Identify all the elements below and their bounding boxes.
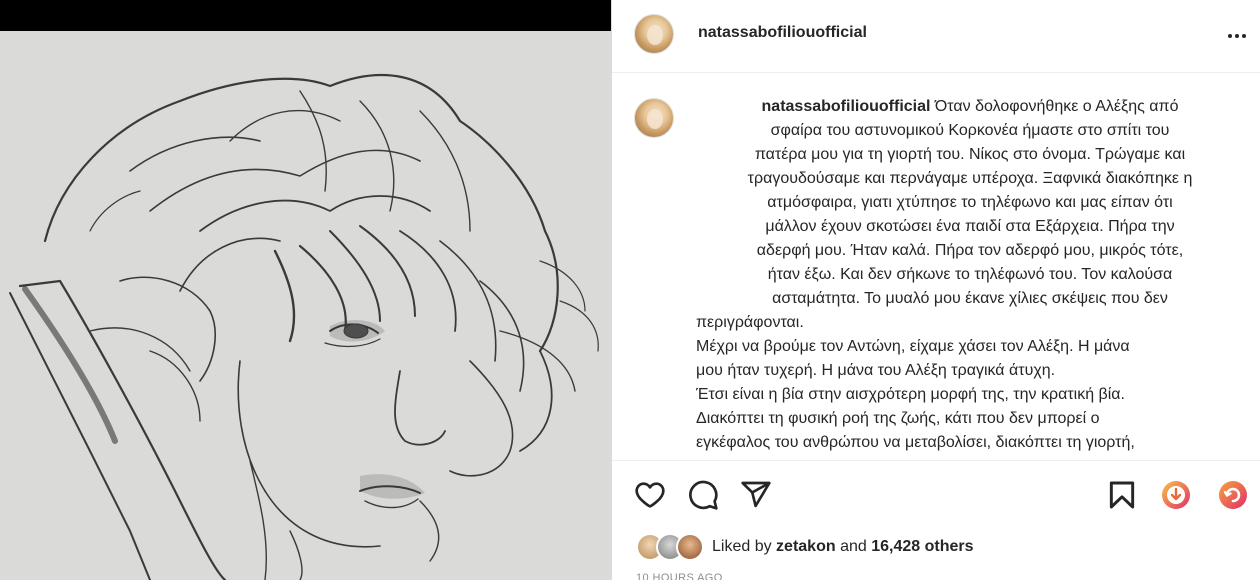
caption-line: περιγράφονται. — [696, 314, 804, 331]
post-header: natassabofiliouofficial — [612, 0, 1260, 73]
caption-line: Έτσι είναι η βία στην αισχρότερη μορφή τ… — [696, 386, 1125, 403]
post-image[interactable] — [0, 0, 611, 580]
liked-by-and: and — [840, 538, 867, 555]
caption-line: αδερφή μου. Ήταν καλά. Πήρα τον αδερφό μ… — [756, 242, 1184, 259]
likes-count[interactable]: 16,428 others — [871, 538, 973, 555]
caption-line: ήταν έξω. Και δεν σήκωνε το τηλέφωνό του… — [767, 266, 1173, 283]
comment-icon[interactable] — [687, 479, 719, 511]
more-horizontal-icon[interactable] — [1225, 24, 1249, 48]
caption-line: τραγουδούσαμε και περνάγαμε υπέροχα. Ξαφ… — [747, 170, 1193, 187]
caption-line-text: Όταν δολοφονήθηκε ο Αλέξης από — [934, 98, 1179, 115]
liker-username[interactable]: zetakon — [776, 538, 836, 555]
profile-avatar[interactable] — [634, 14, 674, 54]
caption-area: natassabofiliouofficial Όταν δολοφονήθηκ… — [634, 95, 1244, 457]
post-panel: natassabofiliouofficial natassabofiliouo… — [611, 0, 1260, 580]
refresh-badge-icon[interactable] — [1217, 479, 1249, 511]
bookmark-icon[interactable] — [1106, 479, 1138, 511]
instagram-post-view: natassabofiliouofficial natassabofiliouo… — [0, 0, 1260, 580]
header-username[interactable]: natassabofiliouofficial — [698, 24, 867, 42]
caption-text: natassabofiliouofficial Όταν δολοφονήθηκ… — [696, 95, 1244, 455]
sketch-drawing — [0, 31, 611, 580]
caption-line: πατέρα μου για τη γιορτή του. Νίκος στο … — [754, 146, 1186, 163]
circle-arrow-icon[interactable] — [1160, 479, 1192, 511]
caption-avatar[interactable] — [634, 98, 674, 138]
caption-line: natassabofiliouofficial Όταν δολοφονήθηκ… — [696, 95, 1244, 119]
likes-summary: Liked by zetakon and 16,428 others — [636, 532, 974, 562]
liked-by-text: Liked by zetakon and 16,428 others — [712, 538, 974, 556]
action-bar — [612, 460, 1260, 522]
caption-line: σφαίρα του αστυνομικού Κορκονέα ήμαστε σ… — [770, 122, 1170, 139]
caption-line: εγκέφαλος του ανθρώπου να μεταβολίσει, δ… — [696, 434, 1135, 451]
caption-line: Μέχρι να βρούμε τον Αντώνη, είχαμε χάσει… — [696, 338, 1130, 355]
liker-avatar[interactable] — [676, 533, 704, 561]
caption-line: ατμόσφαιρα, γιατι χτύπησε το τηλέφωνο κα… — [767, 194, 1173, 211]
send-icon[interactable] — [740, 479, 772, 511]
pencil-sketch-image — [0, 31, 611, 580]
liked-by-prefix: Liked by — [712, 538, 772, 555]
heart-icon[interactable] — [634, 479, 666, 511]
post-timestamp: 10 HOURS AGO — [636, 572, 723, 580]
caption-line: Διακόπτει τη φυσική ροή της ζωής, κάτι π… — [696, 410, 1100, 427]
caption-line: μάλλον έχουν σκοτώσει ένα παιδί στα Εξάρ… — [765, 218, 1175, 235]
caption-line: ασταμάτητα. Το μυαλό μου έκανε χίλιες σκ… — [772, 290, 1168, 307]
caption-line: μου ήταν τυχερή. Η μάνα του Αλέξη τραγικ… — [696, 362, 1056, 379]
caption-username[interactable]: natassabofiliouofficial — [762, 98, 931, 115]
